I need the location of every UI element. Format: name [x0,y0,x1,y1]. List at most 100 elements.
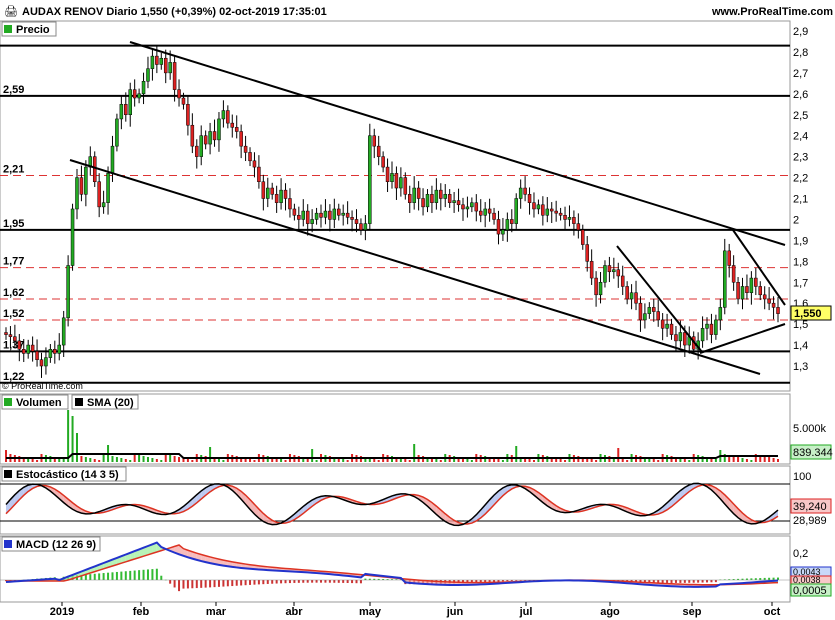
candle-body [598,282,603,296]
candle-body [301,210,306,220]
candle-body [727,250,731,266]
candle-body [66,265,70,319]
x-label: mar [206,606,227,618]
candle-body [341,212,345,216]
macd-hist-bar [142,569,145,580]
candle-body [439,189,443,199]
candle-body [478,210,483,216]
macd-hist-bar [155,568,158,580]
volume-bar [102,454,105,462]
macd-hist-bar [302,580,305,583]
volume-last-value: 839.344 [793,447,833,459]
candle-body [629,292,634,300]
candle-body [554,210,558,214]
macd-hist-bar [129,570,132,580]
volume-bar [36,460,39,462]
candle-body [683,332,687,346]
candle-body [110,145,115,174]
macd-hist-bar [204,580,207,588]
volume-bar [98,460,101,462]
price-y-tick: 1,7 [793,277,808,289]
candle-body [261,181,266,199]
macd-hist-bar [306,580,309,583]
candle-body [359,223,363,231]
candle-body [545,208,550,216]
volume-bar [249,459,252,462]
candle-body [749,277,754,293]
volume-bar [178,457,181,462]
macd-hist-bar [772,577,775,580]
candle-body [350,217,354,220]
volume-bar [311,449,314,462]
volume-bar [146,457,149,462]
macd-hist-bar [768,577,771,580]
candle-body [385,166,390,182]
macd-hist-bar [280,580,283,584]
candle-body [589,261,594,279]
site-link[interactable]: www.ProRealTime.com [711,6,833,18]
macd-hist-bar [670,580,673,583]
candle-body [79,177,84,195]
macd-hist-bar [235,580,238,586]
macd-hist-bar [115,571,118,580]
x-label: oct [764,606,781,618]
volume-bar [173,456,176,462]
volume-bar [155,459,158,462]
candle-body [137,93,141,99]
x-label: abr [285,606,303,618]
price-left-label: 2,59 [3,84,24,96]
stoch-tab-label: Estocástico (14 3 5) [16,469,119,481]
volume-bar [138,455,141,462]
candle-body [128,89,132,115]
volume-bar [222,460,225,462]
macd-hist-bar [311,580,314,583]
volume-bar [169,455,172,462]
macd-hist-bar [244,580,247,586]
candle-body [700,328,705,342]
volume-bar [129,460,132,462]
price-left-label: 2,21 [3,163,24,175]
macd-hist-bar [231,580,234,587]
volume-bar [75,433,78,462]
volume-bar [217,459,220,462]
volume-bar [253,460,256,462]
price-y-tick: 2,7 [793,68,808,80]
candle-body [44,357,48,367]
candle-body [172,62,177,90]
volume-bar [501,460,504,462]
macd-hist-bar [293,580,296,583]
upper-channel-line [129,41,786,246]
price-y-tick: 2,6 [793,89,808,101]
macd-hist-bar [355,580,358,584]
volume-bar [772,458,775,462]
volume-bar [590,459,593,462]
price-y-tick: 2,8 [793,47,808,59]
candle-body [21,349,26,354]
candle-body [620,275,625,287]
candle-body [447,194,452,203]
candle-body [97,181,101,208]
candle-body [279,189,283,203]
candle-body [354,219,359,224]
candle-body [372,135,377,147]
candle-body [456,200,461,206]
candle-body [585,244,589,262]
candle-body [297,215,301,220]
copyright-label: © ProRealTime.com [2,381,83,391]
volume-bar [377,460,380,462]
volume-bar [439,460,442,462]
candle-body [603,265,607,283]
candle-body [305,210,310,224]
macd-tab-icon [4,540,12,548]
stoch-tick: 100 [793,471,811,483]
candle-body [4,332,8,335]
candle-body [714,319,718,335]
price-y-tick: 1,4 [793,340,808,352]
candle-body [474,202,479,212]
macd-hist-bar [275,580,278,584]
candle-body [443,194,447,199]
macd-hist-bar [666,580,669,583]
candle-body [496,219,501,235]
volume-bar [404,459,407,462]
candle-body [319,212,323,218]
